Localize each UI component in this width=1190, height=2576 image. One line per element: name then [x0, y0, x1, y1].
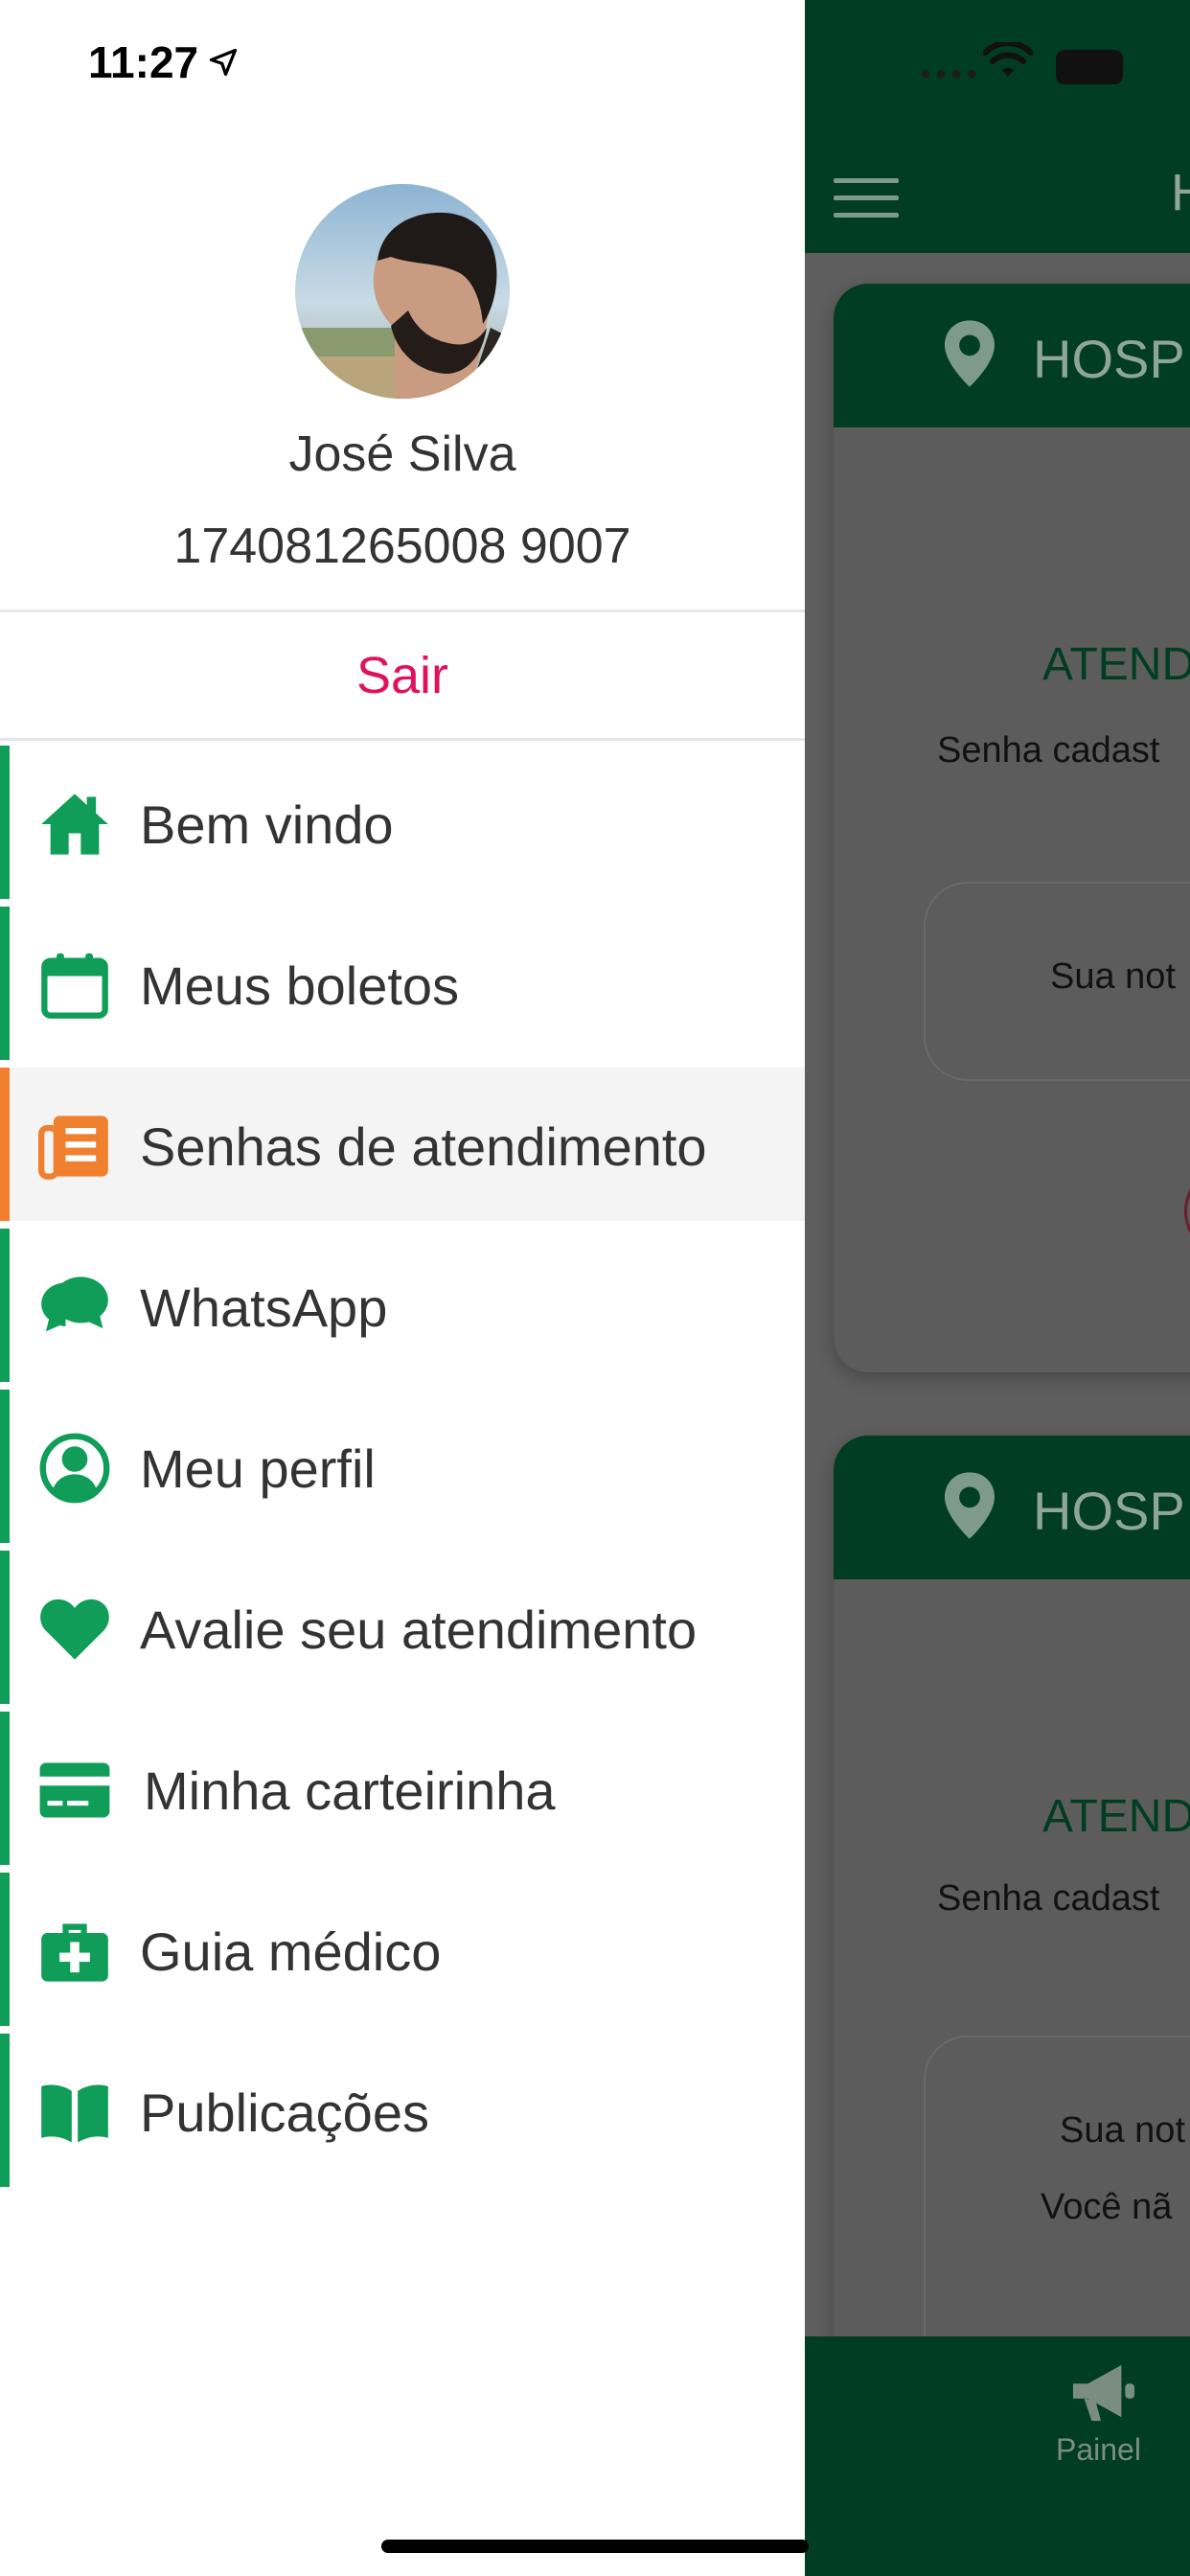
menu-item-indicator — [0, 2034, 10, 2187]
ticket-card-header: HOSP — [834, 284, 1190, 427]
menu-item-label: WhatsApp — [140, 1277, 388, 1338]
menu-item-whatsapp[interactable]: WhatsApp — [0, 1229, 805, 1382]
status-indicators: ●●●● — [805, 42, 1190, 90]
menu-item-senhas-de-atendimento[interactable]: Senhas de atendimento — [0, 1068, 805, 1221]
menu-item-guia-medico[interactable]: Guia médico — [0, 1873, 805, 2026]
credit-card-icon — [39, 1762, 110, 1818]
menu-item-label: Minha carteirinha — [144, 1760, 556, 1821]
background-app: ●●●● H HOSP ATEND Senha cadast Sua not H… — [805, 0, 1190, 2576]
menu-item-indicator — [0, 1390, 10, 1543]
menu-item-indicator — [0, 1873, 10, 2026]
user-name: José Silva — [288, 426, 516, 482]
logout-button[interactable]: Sair — [0, 613, 805, 738]
hospital-name: HOSP — [1033, 329, 1185, 389]
divider — [0, 738, 805, 741]
menu-item-minha-carteirinha[interactable]: Minha carteirinha — [0, 1712, 805, 1865]
user-circle-icon — [39, 1433, 110, 1504]
menu-item-label: Guia médico — [140, 1921, 442, 1982]
ticket-note-text: Você nã — [1041, 2187, 1173, 2227]
ticket-status: ATEND — [1042, 639, 1190, 690]
menu-item-indicator — [0, 1551, 10, 1704]
user-id: 174081265008 9007 — [173, 518, 631, 574]
background-header: ●●●● H — [805, 0, 1190, 253]
ticket-note-box: Sua not — [924, 882, 1190, 1081]
ticket-card-header: HOSP — [834, 1436, 1190, 1579]
navigation-drawer: 11:27 José Silva 174081265008 9007 Sair — [0, 0, 805, 2576]
ticket-senha-text: Senha cadast — [937, 1878, 1160, 1919]
menu-item-label: Senhas de atendimento — [140, 1116, 707, 1177]
status-time: 11:27 — [88, 37, 199, 87]
menu-item-bem-vindo[interactable]: Bem vindo — [0, 746, 805, 899]
location-arrow-icon — [209, 48, 238, 77]
menu-item-avalie-seu-atendimento[interactable]: Avalie seu atendimento — [0, 1551, 805, 1704]
ticket-note-text: Sua not — [1060, 2110, 1185, 2150]
home-icon — [41, 794, 108, 855]
ticket-status: ATEND — [1042, 1791, 1190, 1842]
cellular-signal-icon: ●●●● — [920, 63, 982, 84]
location-pin-icon — [945, 320, 995, 387]
megaphone-icon[interactable] — [1069, 2361, 1136, 2425]
hospital-name: HOSP — [1033, 1481, 1185, 1541]
menu-item-label: Avalie seu atendimento — [140, 1599, 698, 1660]
list-icon — [38, 1116, 108, 1180]
bottom-tab-bar: Painel — [805, 2336, 1190, 2576]
heart-icon — [40, 1598, 109, 1660]
medkit-icon — [41, 1923, 108, 1982]
menu-item-label: Bem vindo — [140, 794, 394, 855]
menu-item-indicator — [0, 907, 10, 1060]
drawer-menu: Bem vindo Meus boletos Senhas de atendim… — [0, 746, 805, 2195]
menu-item-indicator — [0, 1068, 10, 1221]
wifi-icon — [983, 42, 1033, 77]
ticket-senha-text: Senha cadast — [937, 730, 1160, 770]
book-icon — [41, 2084, 108, 2143]
menu-item-indicator — [0, 746, 10, 899]
location-pin-icon — [945, 1472, 995, 1539]
menu-item-indicator — [0, 1712, 10, 1865]
menu-item-meus-boletos[interactable]: Meus boletos — [0, 907, 805, 1060]
menu-icon[interactable] — [834, 178, 899, 218]
menu-item-label: Meu perfil — [140, 1438, 376, 1499]
battery-icon — [1056, 50, 1123, 84]
whatsapp-icon — [41, 1276, 108, 1332]
menu-item-publicacoes[interactable]: Publicações — [0, 2034, 805, 2187]
ticket-card: HOSP ATEND Senha cadast Sua not — [834, 284, 1190, 1372]
menu-item-meu-perfil[interactable]: Meu perfil — [0, 1390, 805, 1543]
tab-painel-label[interactable]: Painel — [1056, 2432, 1141, 2468]
background-header-title: H — [1171, 164, 1190, 221]
menu-item-indicator — [0, 1229, 10, 1382]
action-circle-button[interactable] — [1184, 1165, 1190, 1257]
ticket-note-text: Sua not — [1050, 956, 1176, 997]
menu-item-label: Publicações — [140, 2082, 429, 2143]
menu-item-label: Meus boletos — [140, 955, 460, 1016]
avatar[interactable] — [295, 184, 510, 399]
calendar-icon — [41, 953, 108, 1019]
divider — [0, 610, 805, 612]
home-indicator[interactable] — [381, 2540, 809, 2553]
